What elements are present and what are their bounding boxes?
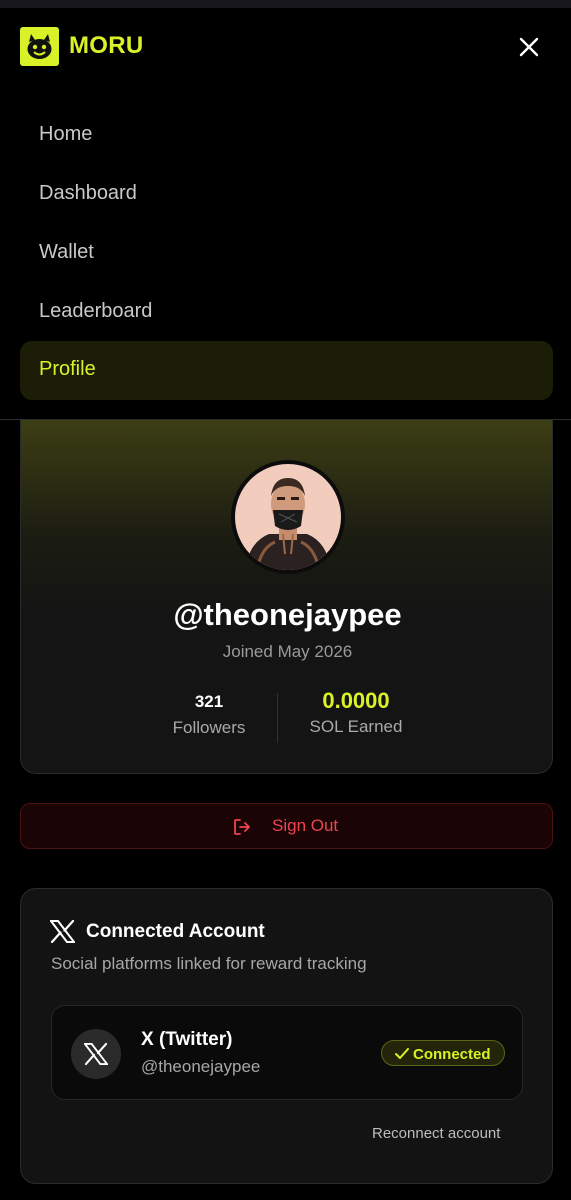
nav-item-wallet[interactable]: Wallet bbox=[20, 224, 553, 283]
stat-divider bbox=[277, 693, 278, 743]
sign-out-button[interactable]: Sign Out bbox=[20, 803, 553, 849]
nav-item-profile[interactable]: Profile bbox=[20, 341, 553, 400]
connected-account-title: Connected Account bbox=[86, 921, 265, 942]
nav-item-label: Profile bbox=[39, 358, 96, 380]
profile-card: @theonejaypee Joined May 2026 321 Follow… bbox=[20, 420, 553, 774]
close-icon bbox=[519, 37, 539, 57]
x-logo-icon bbox=[71, 1029, 121, 1079]
close-menu-button[interactable] bbox=[512, 30, 546, 64]
sol-earned-value: 0.0000 bbox=[322, 688, 390, 713]
nav-item-label: Wallet bbox=[39, 241, 94, 263]
connected-account-subtitle: Social platforms linked for reward track… bbox=[51, 954, 367, 973]
followers-label: Followers bbox=[172, 718, 246, 737]
brand-name[interactable]: MORU bbox=[69, 32, 144, 60]
status-badge-label: Connected bbox=[413, 1046, 491, 1063]
sign-out-label: Sign Out bbox=[272, 816, 339, 835]
nav-item-dashboard[interactable]: Dashboard bbox=[20, 165, 553, 224]
nav-item-home[interactable]: Home bbox=[20, 106, 553, 165]
status-badge: Connected bbox=[381, 1040, 505, 1066]
logout-icon bbox=[234, 819, 250, 835]
nav-item-label: Dashboard bbox=[39, 182, 137, 204]
nav-item-leaderboard[interactable]: Leaderboard bbox=[20, 283, 553, 342]
moru-logo-icon[interactable] bbox=[20, 27, 59, 66]
top-status-strip bbox=[0, 0, 571, 8]
profile-joined-date: Joined May 2026 bbox=[222, 642, 353, 661]
account-platform-name: X (Twitter) bbox=[141, 1029, 233, 1050]
stat-followers: 321 Followers bbox=[169, 692, 249, 738]
avatar bbox=[231, 460, 345, 574]
stat-sol-earned: 0.0000 SOL Earned bbox=[301, 688, 411, 737]
nav-item-label: Leaderboard bbox=[39, 300, 153, 322]
sol-earned-label: SOL Earned bbox=[309, 717, 403, 736]
app-header: MORU bbox=[0, 8, 571, 86]
followers-count: 321 bbox=[194, 692, 224, 711]
profile-username: @theonejaypee bbox=[173, 597, 402, 632]
check-icon bbox=[395, 1048, 409, 1059]
connected-account-card: Connected Account Social platforms linke… bbox=[20, 888, 553, 1184]
nav-item-label: Home bbox=[39, 123, 93, 145]
x-logo-icon bbox=[50, 920, 75, 943]
account-handle: @theonejaypee bbox=[141, 1057, 261, 1076]
reconnect-account-link[interactable]: Reconnect account bbox=[372, 1125, 500, 1142]
connected-account-row: X (Twitter) @theonejaypee Connected bbox=[51, 1005, 523, 1100]
